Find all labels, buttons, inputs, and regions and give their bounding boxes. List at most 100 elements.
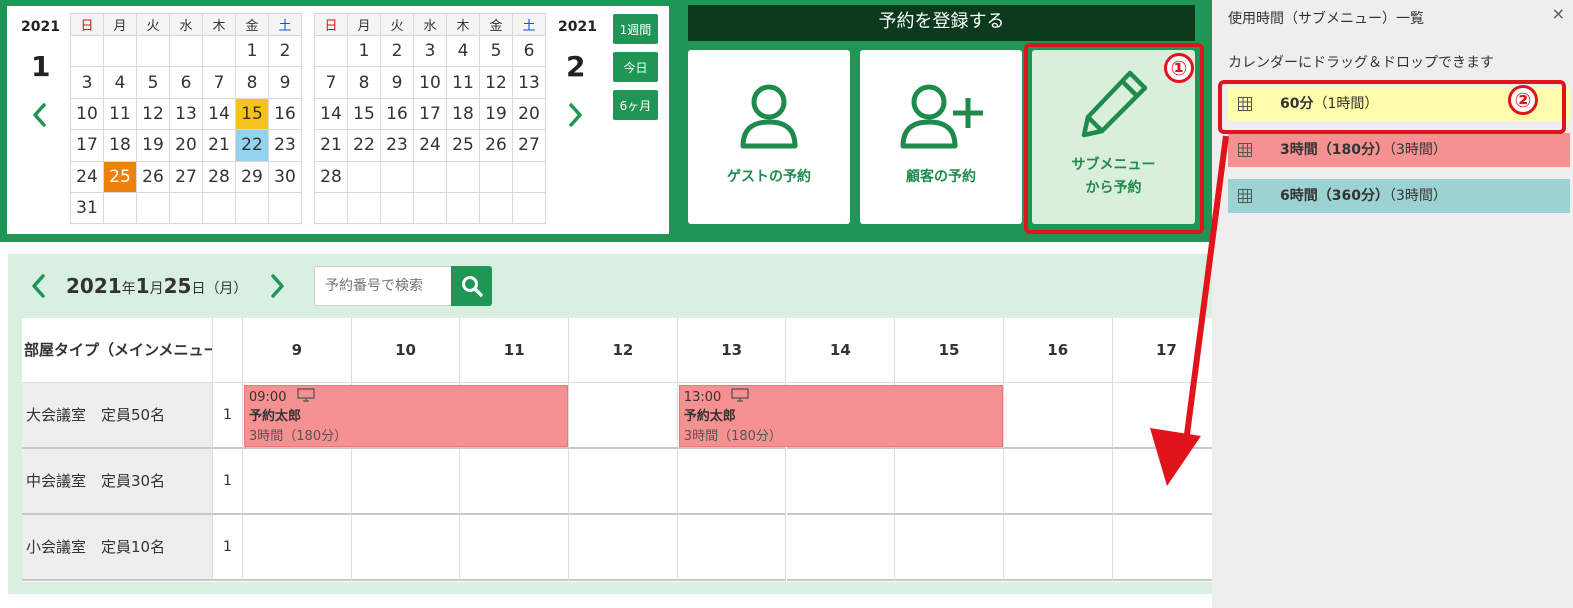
calendar-day[interactable]: 22 bbox=[235, 129, 269, 162]
calendar-day[interactable]: 20 bbox=[169, 129, 203, 162]
submenu-item[interactable]: 3時間（180分）（3時間） bbox=[1228, 133, 1570, 167]
calendar-day[interactable]: 14 bbox=[314, 97, 348, 131]
submenu-item[interactable]: 6時間（360分）（3時間） bbox=[1228, 179, 1570, 213]
guest-booking-button[interactable]: ゲストの予約 bbox=[688, 50, 850, 224]
time-slot[interactable] bbox=[351, 449, 461, 515]
customer-booking-button[interactable]: 顧客の予約 bbox=[860, 50, 1022, 224]
time-slot[interactable] bbox=[1112, 449, 1222, 515]
calendar-day[interactable]: 9 bbox=[268, 66, 302, 99]
calendar-day[interactable]: 19 bbox=[136, 129, 170, 162]
calendar-day[interactable]: 4 bbox=[446, 34, 480, 68]
calendar-day[interactable]: 31 bbox=[70, 191, 104, 225]
calendar-day[interactable]: 19 bbox=[479, 97, 513, 131]
calendar-day[interactable]: 28 bbox=[202, 160, 236, 193]
time-slot[interactable] bbox=[569, 515, 678, 581]
calendar-day[interactable]: 13 bbox=[512, 66, 546, 99]
calendar-day[interactable]: 17 bbox=[413, 97, 447, 131]
prev-day-arrow-icon[interactable] bbox=[28, 273, 50, 299]
calendar-day[interactable]: 27 bbox=[512, 129, 546, 162]
calendar-day[interactable]: 4 bbox=[103, 66, 137, 99]
search-button[interactable] bbox=[451, 266, 492, 306]
booking-block[interactable]: 13:00 予約太郎 3時間（180分） bbox=[678, 385, 1003, 447]
time-slot[interactable] bbox=[243, 449, 352, 515]
calendar-day[interactable]: 9 bbox=[380, 66, 414, 99]
calendar-day[interactable]: 15 bbox=[235, 97, 269, 131]
calendar-day[interactable]: 21 bbox=[314, 129, 348, 162]
range-week-button[interactable]: 1週間 bbox=[612, 13, 659, 45]
calendar-day[interactable]: 26 bbox=[479, 129, 513, 162]
time-slot[interactable] bbox=[460, 515, 570, 581]
close-icon[interactable]: × bbox=[1552, 4, 1565, 23]
range-6month-button[interactable]: 6ヶ月 bbox=[612, 89, 659, 121]
next-month-arrow-icon[interactable] bbox=[564, 102, 586, 128]
calendar-day bbox=[103, 34, 137, 68]
calendar-day[interactable]: 23 bbox=[268, 129, 302, 162]
calendar-day[interactable]: 5 bbox=[479, 34, 513, 68]
booking-number-search-input[interactable] bbox=[314, 266, 452, 306]
calendar-day[interactable]: 13 bbox=[169, 97, 203, 131]
calendar-day[interactable]: 20 bbox=[512, 97, 546, 131]
time-slot[interactable] bbox=[895, 449, 1004, 515]
calendar-day[interactable]: 7 bbox=[314, 66, 348, 99]
booking-block[interactable]: 09:00 予約太郎 3時間（180分） bbox=[244, 385, 569, 447]
calendar-day[interactable]: 24 bbox=[413, 129, 447, 162]
time-slot[interactable] bbox=[895, 515, 1004, 581]
calendar-day[interactable]: 29 bbox=[235, 160, 269, 193]
time-slot[interactable] bbox=[351, 515, 461, 581]
calendar-day[interactable]: 16 bbox=[380, 97, 414, 131]
calendar-day[interactable]: 28 bbox=[314, 160, 348, 193]
calendar-day[interactable]: 17 bbox=[70, 129, 104, 162]
calendar-day[interactable]: 21 bbox=[202, 129, 236, 162]
calendar-day[interactable]: 3 bbox=[413, 34, 447, 68]
time-slot[interactable] bbox=[1003, 383, 1113, 449]
time-slot[interactable] bbox=[1112, 515, 1222, 581]
calendar-day[interactable]: 2 bbox=[268, 34, 302, 68]
calendar-day[interactable]: 15 bbox=[347, 97, 381, 131]
calendar-day[interactable]: 25 bbox=[446, 129, 480, 162]
calendar-day[interactable]: 16 bbox=[268, 97, 302, 131]
calendar-day[interactable]: 5 bbox=[136, 66, 170, 99]
calendar-day[interactable]: 11 bbox=[446, 66, 480, 99]
time-slot[interactable] bbox=[677, 449, 787, 515]
time-slot[interactable] bbox=[786, 515, 896, 581]
calendar-day[interactable]: 7 bbox=[202, 66, 236, 99]
calendar-day[interactable]: 2 bbox=[380, 34, 414, 68]
weekday-header: 水 bbox=[169, 13, 203, 36]
calendar-day[interactable]: 14 bbox=[202, 97, 236, 131]
calendar-day[interactable]: 10 bbox=[70, 97, 104, 131]
prev-month-arrow-icon[interactable] bbox=[29, 102, 51, 128]
customer-booking-label: 顧客の予約 bbox=[906, 169, 976, 185]
calendar-day[interactable]: 26 bbox=[136, 160, 170, 193]
calendar-day[interactable]: 22 bbox=[347, 129, 381, 162]
calendar-day[interactable]: 6 bbox=[169, 66, 203, 99]
calendar-day[interactable]: 24 bbox=[70, 160, 104, 193]
calendar-day[interactable]: 25 bbox=[103, 160, 137, 193]
calendar-day[interactable]: 6 bbox=[512, 34, 546, 68]
calendar-day[interactable]: 1 bbox=[235, 34, 269, 68]
calendar-day[interactable]: 8 bbox=[235, 66, 269, 99]
time-slot[interactable] bbox=[243, 515, 352, 581]
next-day-arrow-icon[interactable] bbox=[266, 273, 288, 299]
time-slot[interactable] bbox=[1003, 515, 1113, 581]
calendar-day[interactable]: 3 bbox=[70, 66, 104, 99]
range-today-button[interactable]: 今日 bbox=[612, 51, 659, 83]
calendar-day[interactable]: 30 bbox=[268, 160, 302, 193]
time-slot[interactable] bbox=[1112, 383, 1222, 449]
calendar-day[interactable]: 12 bbox=[136, 97, 170, 131]
time-slot[interactable] bbox=[569, 449, 678, 515]
calendar-day[interactable]: 27 bbox=[169, 160, 203, 193]
calendar-day[interactable]: 12 bbox=[479, 66, 513, 99]
time-slot[interactable] bbox=[569, 383, 678, 449]
calendar-day[interactable]: 18 bbox=[103, 129, 137, 162]
calendar-day[interactable]: 10 bbox=[413, 66, 447, 99]
feb-month: 2 bbox=[566, 50, 586, 83]
calendar-day[interactable]: 8 bbox=[347, 66, 381, 99]
time-slot[interactable] bbox=[460, 449, 570, 515]
calendar-day[interactable]: 18 bbox=[446, 97, 480, 131]
time-slot[interactable] bbox=[786, 449, 896, 515]
calendar-day[interactable]: 23 bbox=[380, 129, 414, 162]
calendar-day[interactable]: 11 bbox=[103, 97, 137, 131]
time-slot[interactable] bbox=[1003, 449, 1113, 515]
calendar-day[interactable]: 1 bbox=[347, 34, 381, 68]
time-slot[interactable] bbox=[677, 515, 787, 581]
